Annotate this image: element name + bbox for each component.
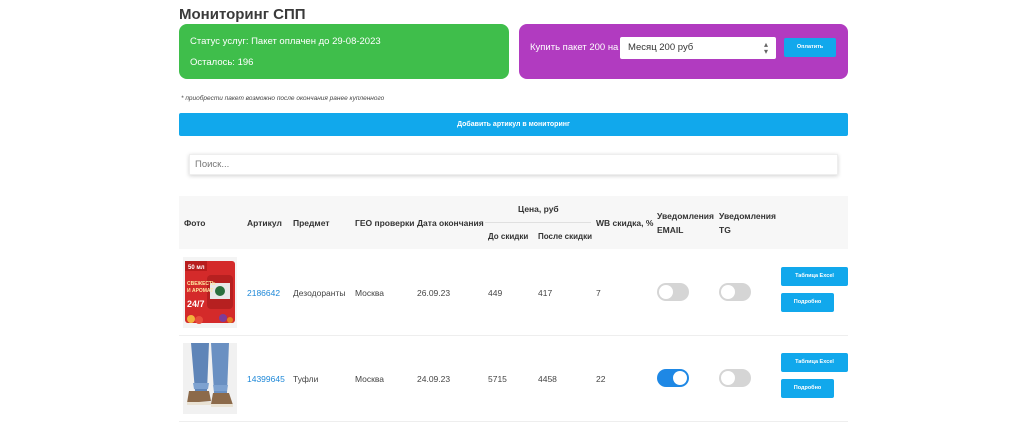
header-wb-discount: WB скидка, % (596, 218, 654, 228)
buy-package-label: Купить пакет 200 на (530, 42, 619, 53)
price-after-cell: 4458 (538, 374, 557, 384)
toggle-knob (721, 285, 735, 299)
package-period-value: Месяц 200 руб (628, 42, 694, 53)
email-notify-toggle[interactable] (657, 369, 689, 387)
page-title: Мониторинг СПП (179, 6, 306, 23)
article-link[interactable]: 2186642 (247, 288, 280, 298)
header-tg-notify-1: Уведомления (719, 211, 776, 221)
search-input[interactable]: Поиск... (189, 154, 838, 175)
chevron-up-down-icon: ▴ ▾ (763, 40, 768, 56)
toggle-knob (673, 371, 687, 385)
svg-text:И АРОМАТ: И АРОМАТ (187, 288, 213, 294)
email-notify-toggle[interactable] (657, 283, 689, 301)
end-date-cell: 24.09.23 (417, 374, 451, 384)
geo-cell: Москва (355, 374, 385, 384)
service-status-card: Статус услуг: Пакет оплачен до 29-08-202… (179, 24, 509, 79)
header-subject: Предмет (293, 218, 330, 228)
header-article: Артикул (247, 218, 282, 228)
wb-discount-cell: 7 (596, 288, 601, 298)
photo-slogan-text: 24/7 (187, 299, 205, 309)
header-price-before: До скидки (488, 232, 529, 241)
article-link[interactable]: 14399645 (247, 374, 285, 384)
header-price: Цена, руб (518, 204, 559, 214)
header-email-notify-1: Уведомления (657, 211, 714, 221)
header-email-notify-2: EMAIL (657, 225, 684, 235)
header-tg-notify-2: TG (719, 225, 731, 235)
geo-cell: Москва (355, 288, 385, 298)
end-date-cell: 26.09.23 (417, 288, 451, 298)
table-row: 14399645 Туфли Москва 24.09.23 5715 4458… (179, 336, 848, 422)
details-button[interactable]: Подробно (781, 379, 834, 398)
package-period-select[interactable]: Месяц 200 руб ▴ ▾ (620, 37, 776, 59)
svg-text:СВЕЖЕСТЬ: СВЕЖЕСТЬ (187, 281, 216, 287)
package-note: * приобрести пакет возможно после оконча… (181, 95, 385, 102)
tg-notify-toggle[interactable] (719, 283, 751, 301)
status-paid-until: Статус услуг: Пакет оплачен до 29-08-202… (190, 36, 381, 47)
price-after-cell: 417 (538, 288, 553, 298)
price-before-cell: 5715 (488, 374, 507, 384)
subject-cell: Дезодоранты (293, 288, 346, 298)
tg-notify-toggle[interactable] (719, 369, 751, 387)
pay-button[interactable]: Оплатить (784, 38, 836, 57)
toggle-knob (721, 371, 735, 385)
deodorant-product-photo: 50 мл СВЕЖЕСТЬ И АРОМАТ 24/7 (183, 257, 237, 328)
header-geo: ГЕО проверки (355, 218, 415, 228)
shoes-product-photo (183, 343, 237, 414)
details-button[interactable]: Подробно (781, 293, 834, 312)
header-price-divider (485, 222, 591, 223)
excel-table-button[interactable]: Таблица Excel (781, 267, 848, 286)
subject-cell: Туфли (293, 374, 319, 384)
wb-discount-cell: 22 (596, 374, 606, 384)
price-before-cell: 449 (488, 288, 503, 298)
toggle-knob (659, 285, 673, 299)
header-photo: Фото (184, 218, 206, 228)
status-remaining: Осталось: 196 (190, 57, 254, 68)
table-row: 50 мл СВЕЖЕСТЬ И АРОМАТ 24/7 2186642 Дез… (179, 250, 848, 336)
buy-package-card: Купить пакет 200 на Месяц 200 руб ▴ ▾ Опл… (519, 24, 848, 79)
header-price-after: После скидки (538, 232, 592, 241)
photo-volume-text: 50 мл (188, 265, 205, 271)
excel-table-button[interactable]: Таблица Excel (781, 353, 848, 372)
add-article-button[interactable]: Добавить артикул в мониторинг (179, 113, 848, 136)
header-end-date: Дата окончания (417, 218, 484, 228)
